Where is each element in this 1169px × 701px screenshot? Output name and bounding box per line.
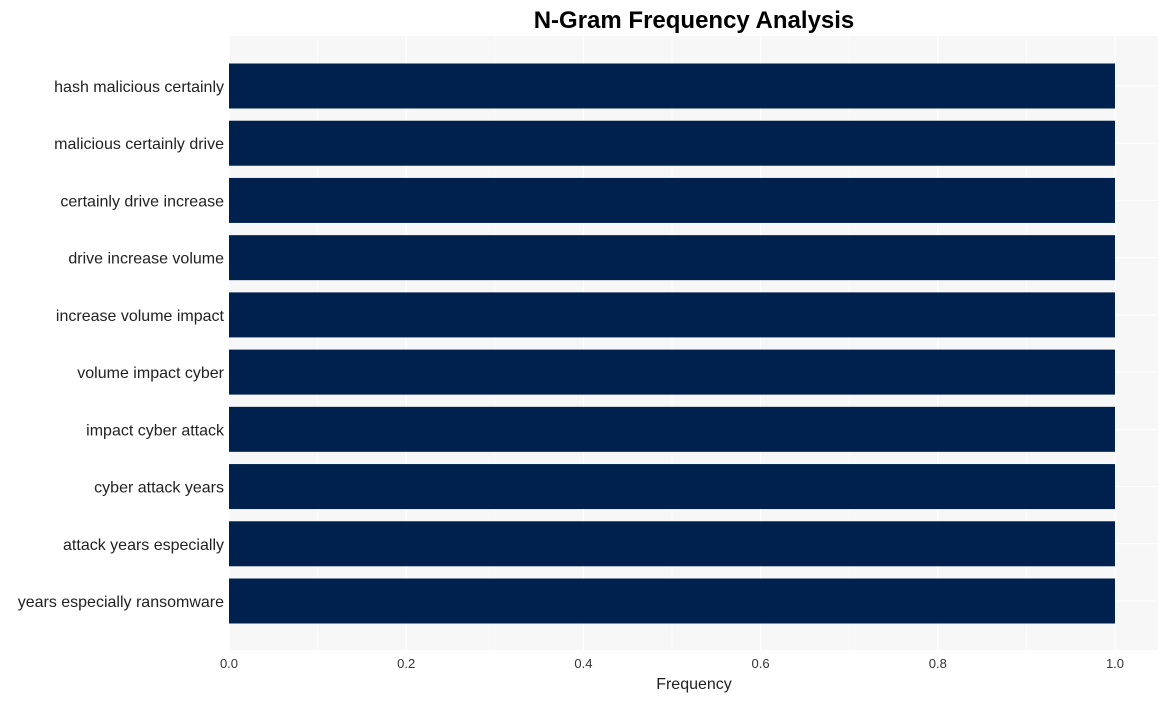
bar	[229, 349, 1115, 395]
bar	[229, 292, 1115, 338]
bar	[229, 235, 1115, 281]
x-tick-label: 0.4	[574, 656, 592, 671]
x-tick-label: 1.0	[1106, 656, 1124, 671]
y-tick-label: certainly drive increase	[60, 193, 224, 210]
y-tick-label: volume impact cyber	[77, 365, 224, 382]
chart-title: N-Gram Frequency Analysis	[534, 7, 855, 34]
bar	[229, 63, 1115, 109]
bar	[229, 120, 1115, 166]
y-tick-label: malicious certainly drive	[54, 136, 224, 153]
y-tick-label: cyber attack years	[94, 480, 224, 497]
x-tick-label: 0.6	[752, 656, 770, 671]
bar	[229, 177, 1115, 223]
bar	[229, 464, 1115, 510]
y-tick-label: drive increase volume	[68, 251, 224, 268]
y-tick-label: hash malicious certainly	[54, 79, 224, 96]
x-tick-label: 0.8	[929, 656, 947, 671]
y-tick-label: impact cyber attack	[86, 422, 225, 439]
x-tick-label: 0.2	[397, 656, 415, 671]
x-axis-label: Frequency	[656, 676, 732, 693]
y-tick-label: attack years especially	[63, 537, 224, 554]
x-tick-label: 0.0	[220, 656, 238, 671]
y-axis-labels: hash malicious certainly malicious certai…	[18, 79, 225, 611]
y-tick-label: years especially ransomware	[18, 594, 224, 611]
ngram-bar-chart: N-Gram Frequency Analysis hash malicious…	[18, 7, 1158, 693]
bar	[229, 406, 1115, 452]
bar	[229, 578, 1115, 624]
bar	[229, 521, 1115, 567]
y-tick-label: increase volume impact	[56, 308, 225, 325]
x-axis-ticks: 0.0 0.2 0.4 0.6 0.8 1.0	[220, 656, 1124, 671]
